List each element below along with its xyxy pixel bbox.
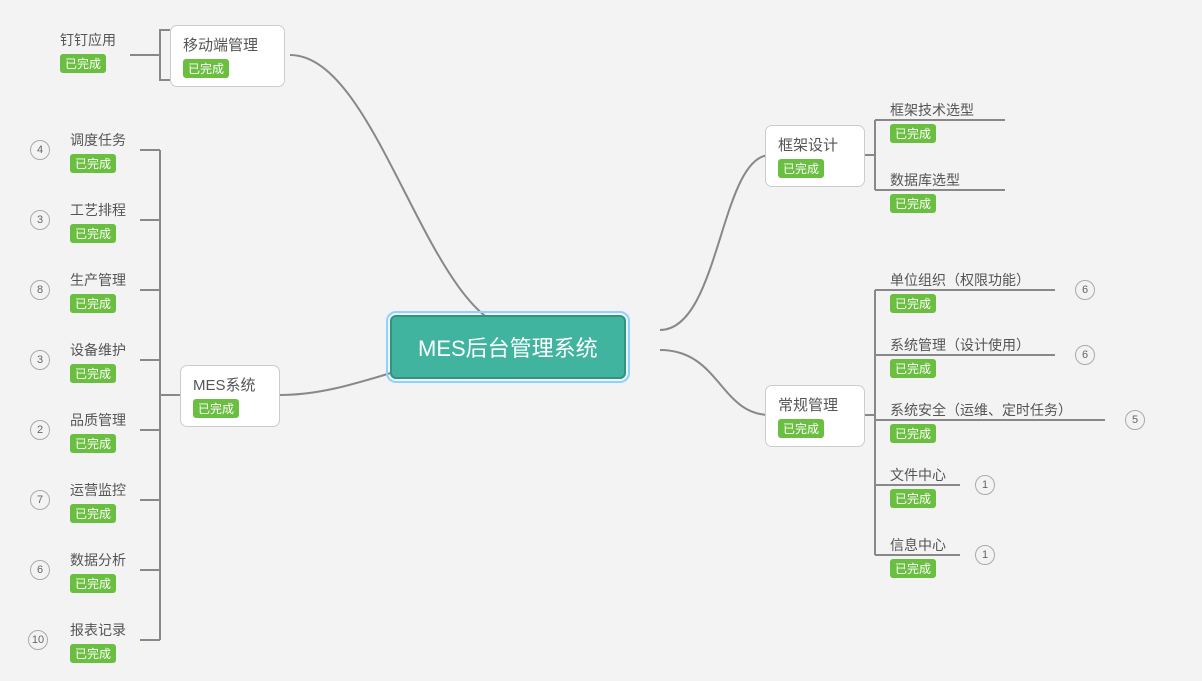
- root-node[interactable]: MES后台管理系统: [390, 315, 626, 379]
- leaf-title: 系统管理（设计使用）: [890, 335, 1030, 355]
- status-badge: 已完成: [890, 559, 936, 578]
- leaf-title: 运营监控: [70, 480, 126, 500]
- leaf-title: 品质管理: [70, 410, 126, 430]
- status-badge: 已完成: [778, 419, 824, 438]
- leaf-routine-1[interactable]: 系统管理（设计使用） 已完成: [890, 335, 1030, 378]
- count-badge: 10: [28, 630, 48, 650]
- root-title: MES后台管理系统: [418, 336, 598, 361]
- leaf-title: 调度任务: [70, 130, 126, 150]
- leaf-mes-5[interactable]: 运营监控 已完成: [70, 480, 126, 523]
- branch-routine-title: 常规管理: [778, 394, 852, 415]
- count-badge: 6: [30, 560, 50, 580]
- leaf-title: 钉钉应用: [60, 30, 116, 50]
- branch-mobile[interactable]: 移动端管理 已完成: [170, 25, 285, 87]
- count-badge: 4: [30, 140, 50, 160]
- leaf-routine-3[interactable]: 文件中心 已完成: [890, 465, 946, 508]
- leaf-title: 单位组织（权限功能）: [890, 270, 1030, 290]
- status-badge: 已完成: [890, 194, 936, 213]
- leaf-title: 数据库选型: [890, 170, 960, 190]
- count-badge: 1: [975, 475, 995, 495]
- branch-frame[interactable]: 框架设计 已完成: [765, 125, 865, 187]
- mindmap-canvas: { "root": { "title": "MES后台管理系统" }, "sta…: [0, 0, 1202, 681]
- count-badge: 8: [30, 280, 50, 300]
- branch-mobile-title: 移动端管理: [183, 34, 272, 55]
- status-badge: 已完成: [890, 359, 936, 378]
- leaf-mes-1[interactable]: 工艺排程 已完成: [70, 200, 126, 243]
- leaf-title: 报表记录: [70, 620, 126, 640]
- status-badge: 已完成: [70, 504, 116, 523]
- leaf-routine-2[interactable]: 系统安全（运维、定时任务） 已完成: [890, 400, 1072, 443]
- branch-mes[interactable]: MES系统 已完成: [180, 365, 280, 427]
- leaf-mes-4[interactable]: 品质管理 已完成: [70, 410, 126, 453]
- leaf-mes-0[interactable]: 调度任务 已完成: [70, 130, 126, 173]
- status-badge: 已完成: [70, 434, 116, 453]
- count-badge: 5: [1125, 410, 1145, 430]
- leaf-title: 工艺排程: [70, 200, 126, 220]
- count-badge: 6: [1075, 345, 1095, 365]
- leaf-mes-2[interactable]: 生产管理 已完成: [70, 270, 126, 313]
- leaf-mobile-0[interactable]: 钉钉应用 已完成: [60, 30, 116, 73]
- branch-routine[interactable]: 常规管理 已完成: [765, 385, 865, 447]
- status-badge: 已完成: [183, 59, 229, 78]
- status-badge: 已完成: [70, 644, 116, 663]
- leaf-frame-0[interactable]: 框架技术选型 已完成: [890, 100, 974, 143]
- branch-mes-title: MES系统: [193, 374, 267, 395]
- leaf-title: 数据分析: [70, 550, 126, 570]
- status-badge: 已完成: [778, 159, 824, 178]
- count-badge: 7: [30, 490, 50, 510]
- leaf-title: 设备维护: [70, 340, 126, 360]
- status-badge: 已完成: [890, 294, 936, 313]
- count-badge: 3: [30, 210, 50, 230]
- status-badge: 已完成: [70, 224, 116, 243]
- leaf-title: 信息中心: [890, 535, 946, 555]
- leaf-title: 框架技术选型: [890, 100, 974, 120]
- leaf-mes-7[interactable]: 报表记录 已完成: [70, 620, 126, 663]
- status-badge: 已完成: [70, 154, 116, 173]
- leaf-frame-1[interactable]: 数据库选型 已完成: [890, 170, 960, 213]
- status-badge: 已完成: [890, 124, 936, 143]
- status-badge: 已完成: [193, 399, 239, 418]
- leaf-title: 系统安全（运维、定时任务）: [890, 400, 1072, 420]
- count-badge: 2: [30, 420, 50, 440]
- status-badge: 已完成: [890, 489, 936, 508]
- status-badge: 已完成: [70, 574, 116, 593]
- leaf-mes-6[interactable]: 数据分析 已完成: [70, 550, 126, 593]
- status-badge: 已完成: [70, 364, 116, 383]
- leaf-routine-4[interactable]: 信息中心 已完成: [890, 535, 946, 578]
- count-badge: 6: [1075, 280, 1095, 300]
- leaf-title: 文件中心: [890, 465, 946, 485]
- branch-frame-title: 框架设计: [778, 134, 852, 155]
- status-badge: 已完成: [70, 294, 116, 313]
- status-badge: 已完成: [890, 424, 936, 443]
- status-badge: 已完成: [60, 54, 106, 73]
- count-badge: 3: [30, 350, 50, 370]
- count-badge: 1: [975, 545, 995, 565]
- leaf-title: 生产管理: [70, 270, 126, 290]
- leaf-mes-3[interactable]: 设备维护 已完成: [70, 340, 126, 383]
- leaf-routine-0[interactable]: 单位组织（权限功能） 已完成: [890, 270, 1030, 313]
